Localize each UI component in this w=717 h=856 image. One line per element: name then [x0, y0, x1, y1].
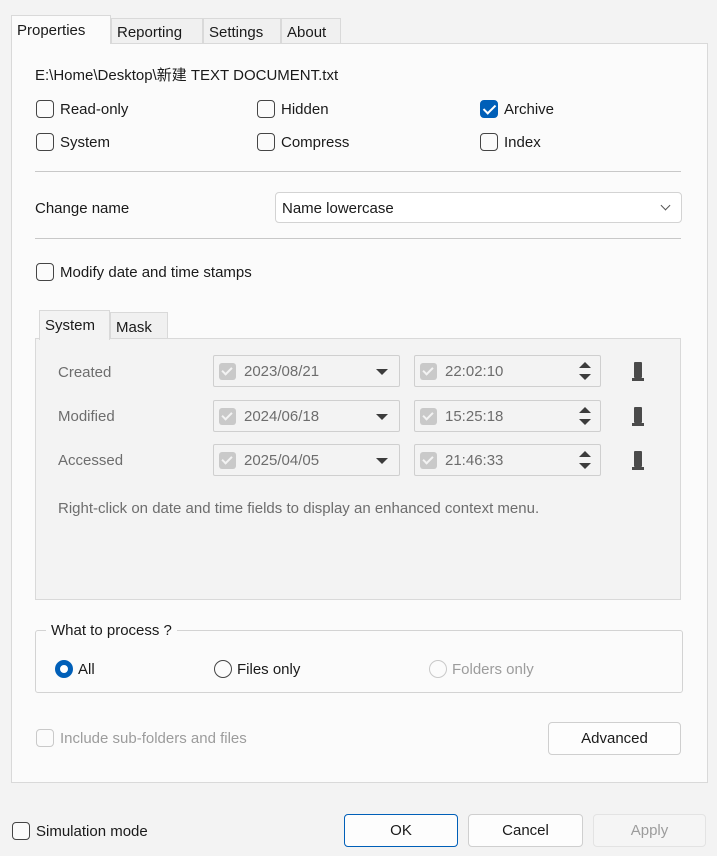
all-radio[interactable] [55, 660, 73, 678]
simulation-mode-checkbox[interactable] [12, 822, 30, 840]
process-group [35, 630, 683, 693]
tab-reporting[interactable]: Reporting [111, 18, 203, 44]
simulation-mode-label: Simulation mode [36, 823, 148, 840]
folders-only-label: Folders only [452, 661, 534, 678]
checkbox-icon [219, 363, 236, 380]
pin-icon[interactable] [632, 451, 644, 470]
subtab-mask[interactable]: Mask [110, 312, 168, 340]
system-checkbox[interactable] [36, 133, 54, 151]
process-legend: What to process ? [46, 622, 177, 639]
read-only-label: Read-only [60, 101, 129, 118]
tab-properties[interactable]: Properties [11, 15, 111, 44]
checkbox-icon [420, 363, 437, 380]
hidden-label: Hidden [281, 101, 329, 118]
spin-up-icon[interactable] [579, 407, 591, 413]
subtab-system[interactable]: System [39, 310, 110, 340]
spin-down-icon[interactable] [579, 419, 591, 425]
dropdown-arrow-icon[interactable] [376, 369, 388, 375]
compress-label: Compress [281, 134, 350, 151]
modified-date: 2024/06/18 [244, 408, 320, 425]
modified-date-picker[interactable]: 2024/06/18 [213, 400, 400, 432]
accessed-date-picker[interactable]: 2025/04/05 [213, 444, 400, 476]
created-time: 22:02:10 [445, 363, 504, 380]
created-date-picker[interactable]: 2023/08/21 [213, 355, 400, 387]
index-checkbox[interactable] [480, 133, 498, 151]
accessed-time: 21:46:33 [445, 452, 504, 469]
apply-button[interactable]: Apply [593, 814, 706, 847]
dropdown-arrow-icon[interactable] [376, 414, 388, 420]
change-name-label: Change name [35, 200, 130, 217]
cancel-button[interactable]: Cancel [468, 814, 583, 847]
system-label: System [60, 134, 111, 151]
modify-dates-label: Modify date and time stamps [60, 264, 252, 281]
accessed-date: 2025/04/05 [244, 452, 320, 469]
pin-icon[interactable] [632, 362, 644, 381]
created-date: 2023/08/21 [244, 363, 320, 380]
modify-dates-checkbox[interactable] [36, 263, 54, 281]
change-name-dropdown[interactable]: Name lowercase [275, 192, 682, 223]
created-time-picker[interactable]: 22:02:10 [414, 355, 601, 387]
created-label: Created [58, 364, 112, 381]
spin-up-icon[interactable] [579, 362, 591, 368]
files-only-radio[interactable] [214, 660, 232, 678]
chevron-down-icon [660, 200, 671, 211]
checkbox-icon [420, 452, 437, 469]
archive-label: Archive [504, 101, 555, 118]
read-only-checkbox[interactable] [36, 100, 54, 118]
file-path: E:\Home\Desktop\新建 TEXT DOCUMENT.txt [35, 67, 339, 84]
context-menu-hint: Right-click on date and time fields to d… [58, 500, 540, 517]
tab-about[interactable]: About [281, 18, 341, 44]
hidden-checkbox[interactable] [257, 100, 275, 118]
folders-only-radio[interactable] [429, 660, 447, 678]
advanced-button[interactable]: Advanced [548, 722, 681, 755]
dropdown-arrow-icon[interactable] [376, 458, 388, 464]
include-subfolders-checkbox[interactable] [36, 729, 54, 747]
checkbox-icon [219, 408, 236, 425]
modified-time-picker[interactable]: 15:25:18 [414, 400, 601, 432]
accessed-time-picker[interactable]: 21:46:33 [414, 444, 601, 476]
spin-up-icon[interactable] [579, 451, 591, 457]
modified-label: Modified [58, 408, 115, 425]
checkbox-icon [219, 452, 236, 469]
pin-icon[interactable] [632, 407, 644, 426]
accessed-label: Accessed [58, 452, 124, 469]
spin-down-icon[interactable] [579, 463, 591, 469]
modified-time: 15:25:18 [445, 408, 504, 425]
divider [35, 171, 681, 172]
divider [35, 238, 681, 239]
spin-down-icon[interactable] [579, 374, 591, 380]
compress-checkbox[interactable] [257, 133, 275, 151]
all-label: All [78, 661, 95, 678]
checkbox-icon [420, 408, 437, 425]
ok-button[interactable]: OK [344, 814, 458, 847]
tab-settings[interactable]: Settings [203, 18, 281, 44]
index-label: Index [504, 134, 541, 151]
archive-checkbox[interactable] [480, 100, 498, 118]
change-name-value: Name lowercase [282, 200, 394, 217]
files-only-label: Files only [237, 661, 301, 678]
include-subfolders-label: Include sub-folders and files [60, 730, 247, 747]
